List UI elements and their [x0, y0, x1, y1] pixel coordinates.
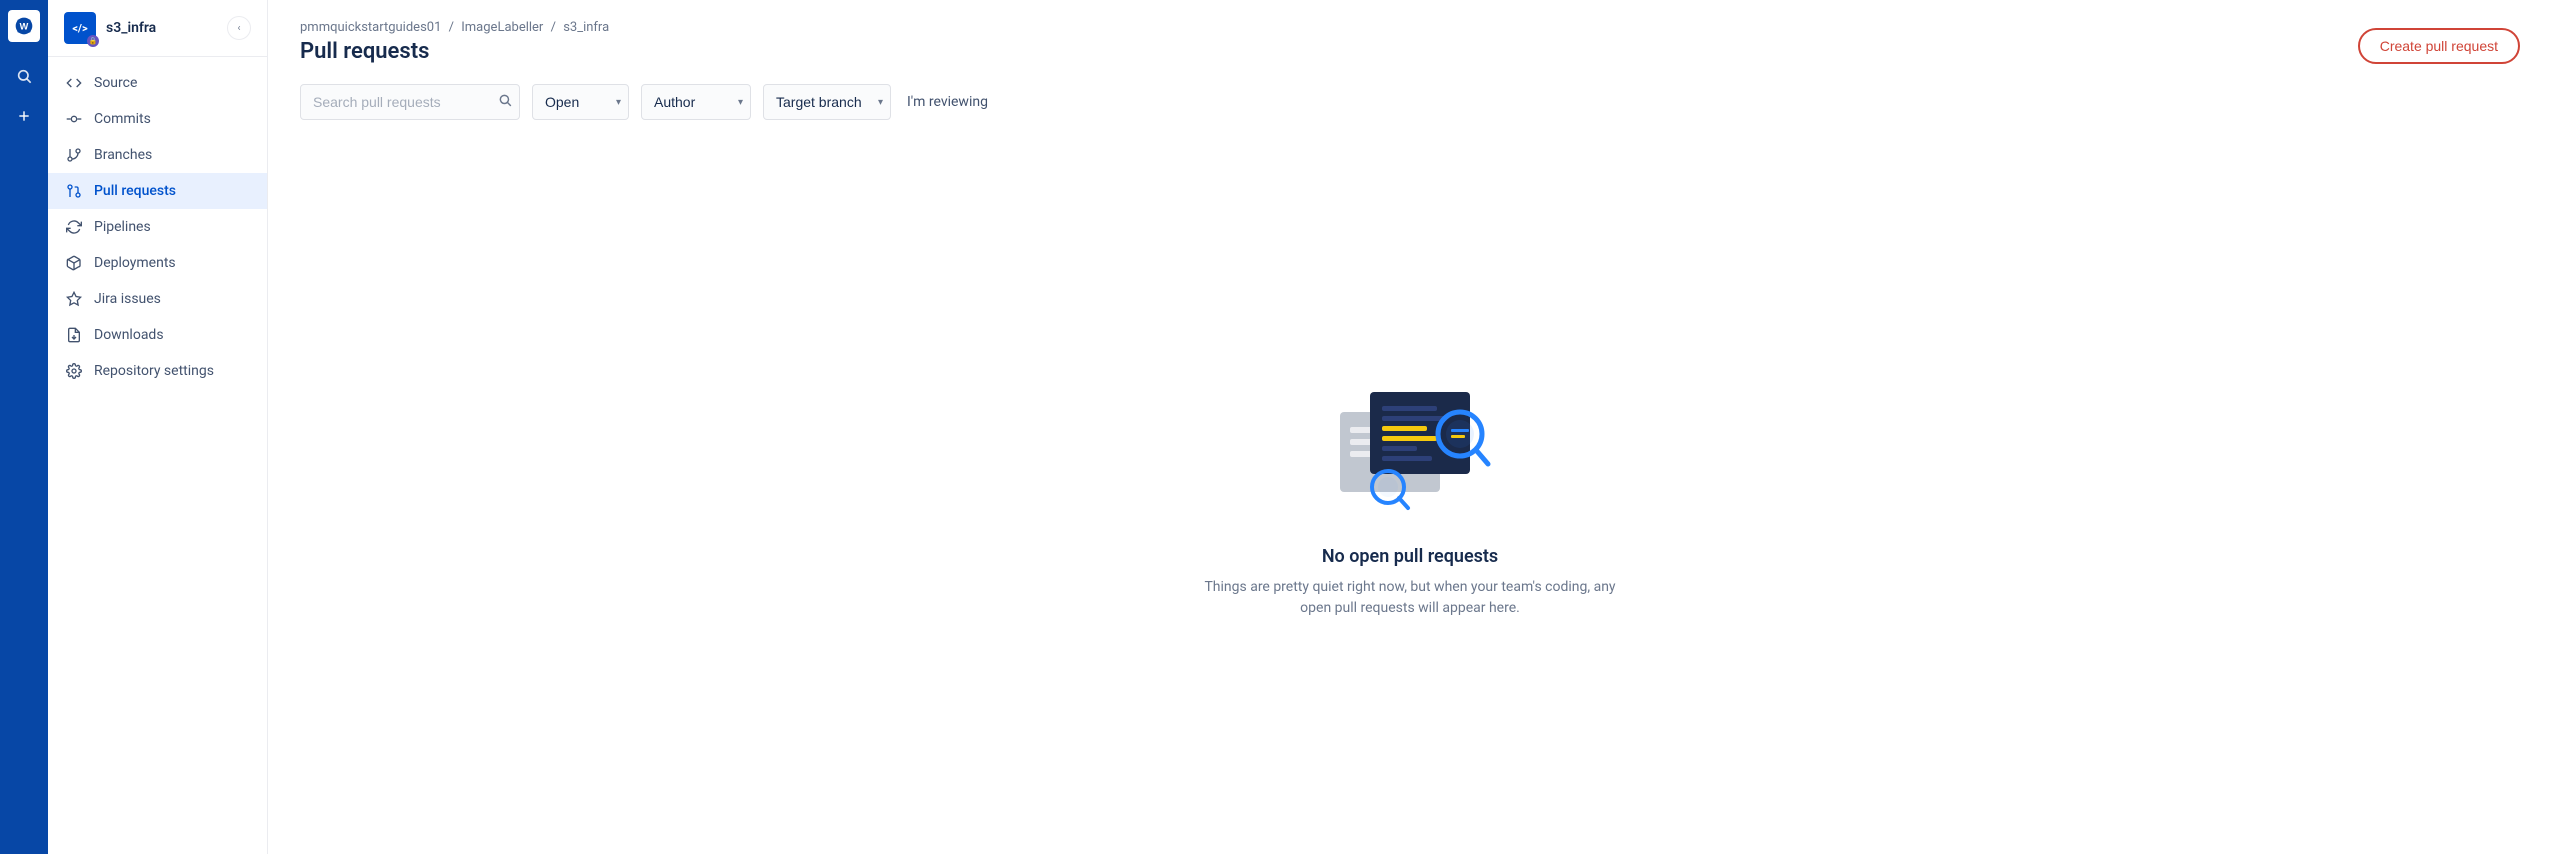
settings-icon [64, 361, 84, 381]
search-input[interactable] [300, 84, 520, 120]
create-pull-request-button[interactable]: Create pull request [2358, 28, 2520, 64]
main-content: pmmquickstartguides01 / ImageLabeller / … [268, 0, 2552, 854]
deployments-icon [64, 253, 84, 273]
svg-text:W: W [20, 21, 29, 31]
sidebar-item-pipelines[interactable]: Pipelines [48, 209, 267, 245]
sidebar-item-source[interactable]: Source [48, 65, 267, 101]
main-header: pmmquickstartguides01 / ImageLabeller / … [268, 0, 2552, 84]
breadcrumb: pmmquickstartguides01 / ImageLabeller / … [300, 20, 609, 35]
author-dropdown[interactable]: Author Any author [641, 84, 751, 120]
repo-icon: </> 🔒 [64, 12, 96, 44]
empty-state-title: No open pull requests [1322, 546, 1498, 567]
sidebar-item-repository-settings[interactable]: Repository settings [48, 353, 267, 389]
target-branch-dropdown[interactable]: Target branch Any branch [763, 84, 891, 120]
empty-state-description: Things are pretty quiet right now, but w… [1200, 577, 1620, 619]
sidebar-collapse-button[interactable]: ‹ [227, 16, 251, 40]
app-logo: W [8, 10, 40, 42]
filters-row: Open Merged Declined All ▾ Author Any au… [268, 84, 2552, 136]
icon-bar: W [0, 0, 48, 854]
source-icon [64, 73, 84, 93]
page-title: Pull requests [300, 39, 609, 64]
commits-icon [64, 109, 84, 129]
empty-illustration [1320, 372, 1500, 522]
lock-badge: 🔒 [87, 35, 99, 47]
sidebar-nav: Source Commits Br [48, 57, 267, 854]
sidebar-header: </> 🔒 s3_infra ‹ [48, 0, 267, 57]
create-button[interactable] [6, 98, 42, 134]
sidebar: </> 🔒 s3_infra ‹ Source [48, 0, 268, 854]
search-input-wrap [300, 84, 520, 120]
reviewing-filter-link[interactable]: I'm reviewing [903, 86, 992, 118]
breadcrumb-repo[interactable]: ImageLabeller [461, 20, 543, 35]
pull-requests-icon [64, 181, 84, 201]
sidebar-item-pull-requests[interactable]: Pull requests [48, 173, 267, 209]
jira-icon [64, 289, 84, 309]
status-filter-wrap: Open Merged Declined All ▾ [532, 84, 629, 120]
header-left: pmmquickstartguides01 / ImageLabeller / … [300, 20, 609, 84]
target-branch-filter-wrap: Target branch Any branch ▾ [763, 84, 891, 120]
sidebar-item-branches[interactable]: Branches [48, 137, 267, 173]
breadcrumb-current[interactable]: s3_infra [563, 20, 609, 35]
sidebar-item-deployments[interactable]: Deployments [48, 245, 267, 281]
branches-icon [64, 145, 84, 165]
repo-name: s3_infra [106, 20, 156, 36]
breadcrumb-org[interactable]: pmmquickstartguides01 [300, 20, 441, 35]
pipelines-icon [64, 217, 84, 237]
empty-state: No open pull requests Things are pretty … [268, 136, 2552, 854]
sidebar-item-commits[interactable]: Commits [48, 101, 267, 137]
sidebar-item-downloads[interactable]: Downloads [48, 317, 267, 353]
downloads-icon [64, 325, 84, 345]
author-filter-wrap: Author Any author ▾ [641, 84, 751, 120]
status-dropdown[interactable]: Open Merged Declined All [532, 84, 629, 120]
sidebar-item-jira-issues[interactable]: Jira issues [48, 281, 267, 317]
global-search-button[interactable] [6, 58, 42, 94]
